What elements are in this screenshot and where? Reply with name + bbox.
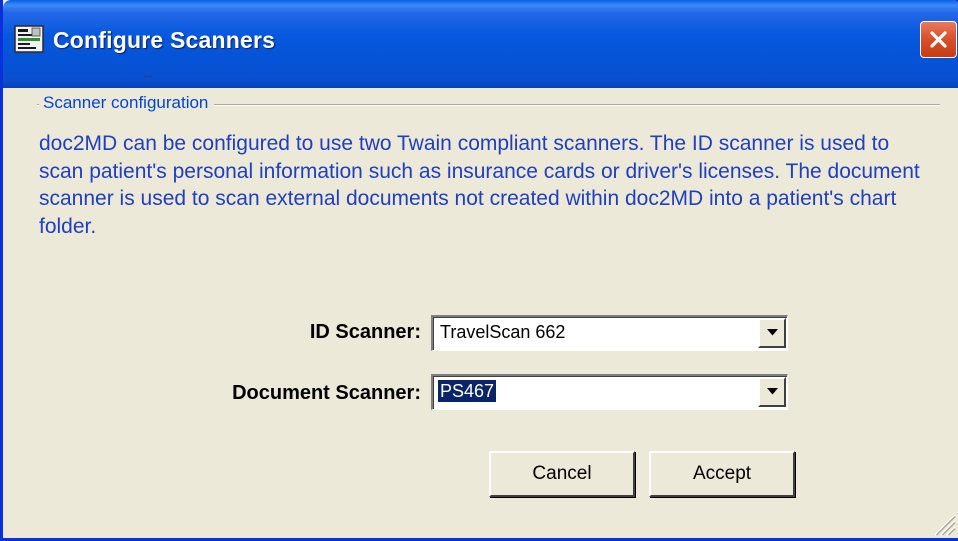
document-scanner-label: Document Scanner:: [232, 382, 421, 404]
close-button[interactable]: [920, 21, 957, 58]
configure-scanners-dialog: Configure Scanners ... Scanner configura…: [0, 0, 958, 541]
id-scanner-select[interactable]: TravelScan 662: [431, 315, 788, 351]
chevron-down-icon: [767, 329, 778, 336]
close-icon: [930, 31, 947, 48]
menu-overflow-indicator: ...: [143, 64, 153, 80]
scanner-app-icon: [14, 25, 44, 53]
group-box-label: Scanner configuration: [39, 93, 215, 113]
chevron-down-icon: [767, 388, 778, 395]
document-scanner-select[interactable]: PS467: [431, 374, 788, 410]
description-text: doc2MD can be configured to use two Twai…: [39, 132, 920, 238]
window-title: Configure Scanners: [53, 27, 276, 53]
document-scanner-value: PS467: [436, 379, 498, 403]
resize-grip-icon[interactable]: [930, 510, 956, 536]
document-scanner-dropdown-button[interactable]: [758, 377, 786, 407]
dialog-body: ... Scanner configuration doc2MD can be …: [6, 64, 958, 538]
id-scanner-label: ID Scanner:: [309, 321, 421, 343]
accept-button[interactable]: Accept: [649, 451, 795, 497]
id-scanner-value: TravelScan 662: [440, 322, 566, 342]
cancel-button[interactable]: Cancel: [489, 451, 635, 497]
id-scanner-dropdown-button[interactable]: [758, 318, 786, 348]
